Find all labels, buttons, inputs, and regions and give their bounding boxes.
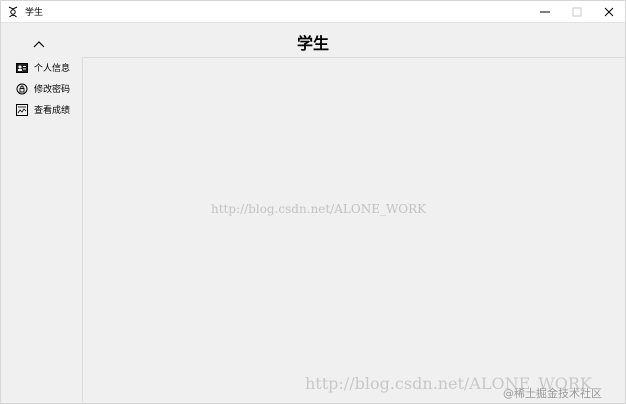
sidebar-item-label: 查看成绩: [34, 106, 71, 116]
minimize-button[interactable]: [529, 1, 561, 22]
watermark-text: http://blog.csdn.net/ALONE_WORK: [211, 202, 427, 216]
id-card-icon: [16, 62, 28, 74]
sidebar: 个人信息 修改密码 查看成绩: [1, 57, 83, 403]
maximize-icon: [572, 7, 582, 16]
sidebar-item-personal-info[interactable]: 个人信息: [1, 57, 82, 78]
main-content-area: http://blog.csdn.net/ALONE_WORK http://b…: [83, 57, 625, 403]
minimize-icon: [540, 11, 550, 12]
app-logo-icon: [6, 5, 20, 19]
maximize-button[interactable]: [561, 1, 593, 22]
app-window: 学生 学生 个人信息 修改密码 查看成绩 http://blog.csdn.ne…: [0, 0, 626, 404]
score-sheet-icon: [16, 103, 28, 116]
source-watermark: @稀土掘金技术社区: [503, 387, 602, 400]
sidebar-item-view-scores[interactable]: 查看成绩: [1, 99, 82, 120]
title-bar[interactable]: 学生: [1, 1, 625, 22]
close-icon: [604, 7, 614, 16]
sidebar-item-change-password[interactable]: 修改密码: [1, 78, 82, 99]
page-header: 学生: [1, 22, 625, 57]
page-title: 学生: [296, 34, 329, 53]
lock-icon: [16, 83, 28, 95]
window-controls: [529, 1, 625, 22]
sidebar-item-label: 修改密码: [34, 85, 71, 95]
sidebar-item-label: 个人信息: [34, 64, 71, 74]
close-button[interactable]: [593, 1, 625, 22]
window-title: 学生: [25, 8, 44, 18]
